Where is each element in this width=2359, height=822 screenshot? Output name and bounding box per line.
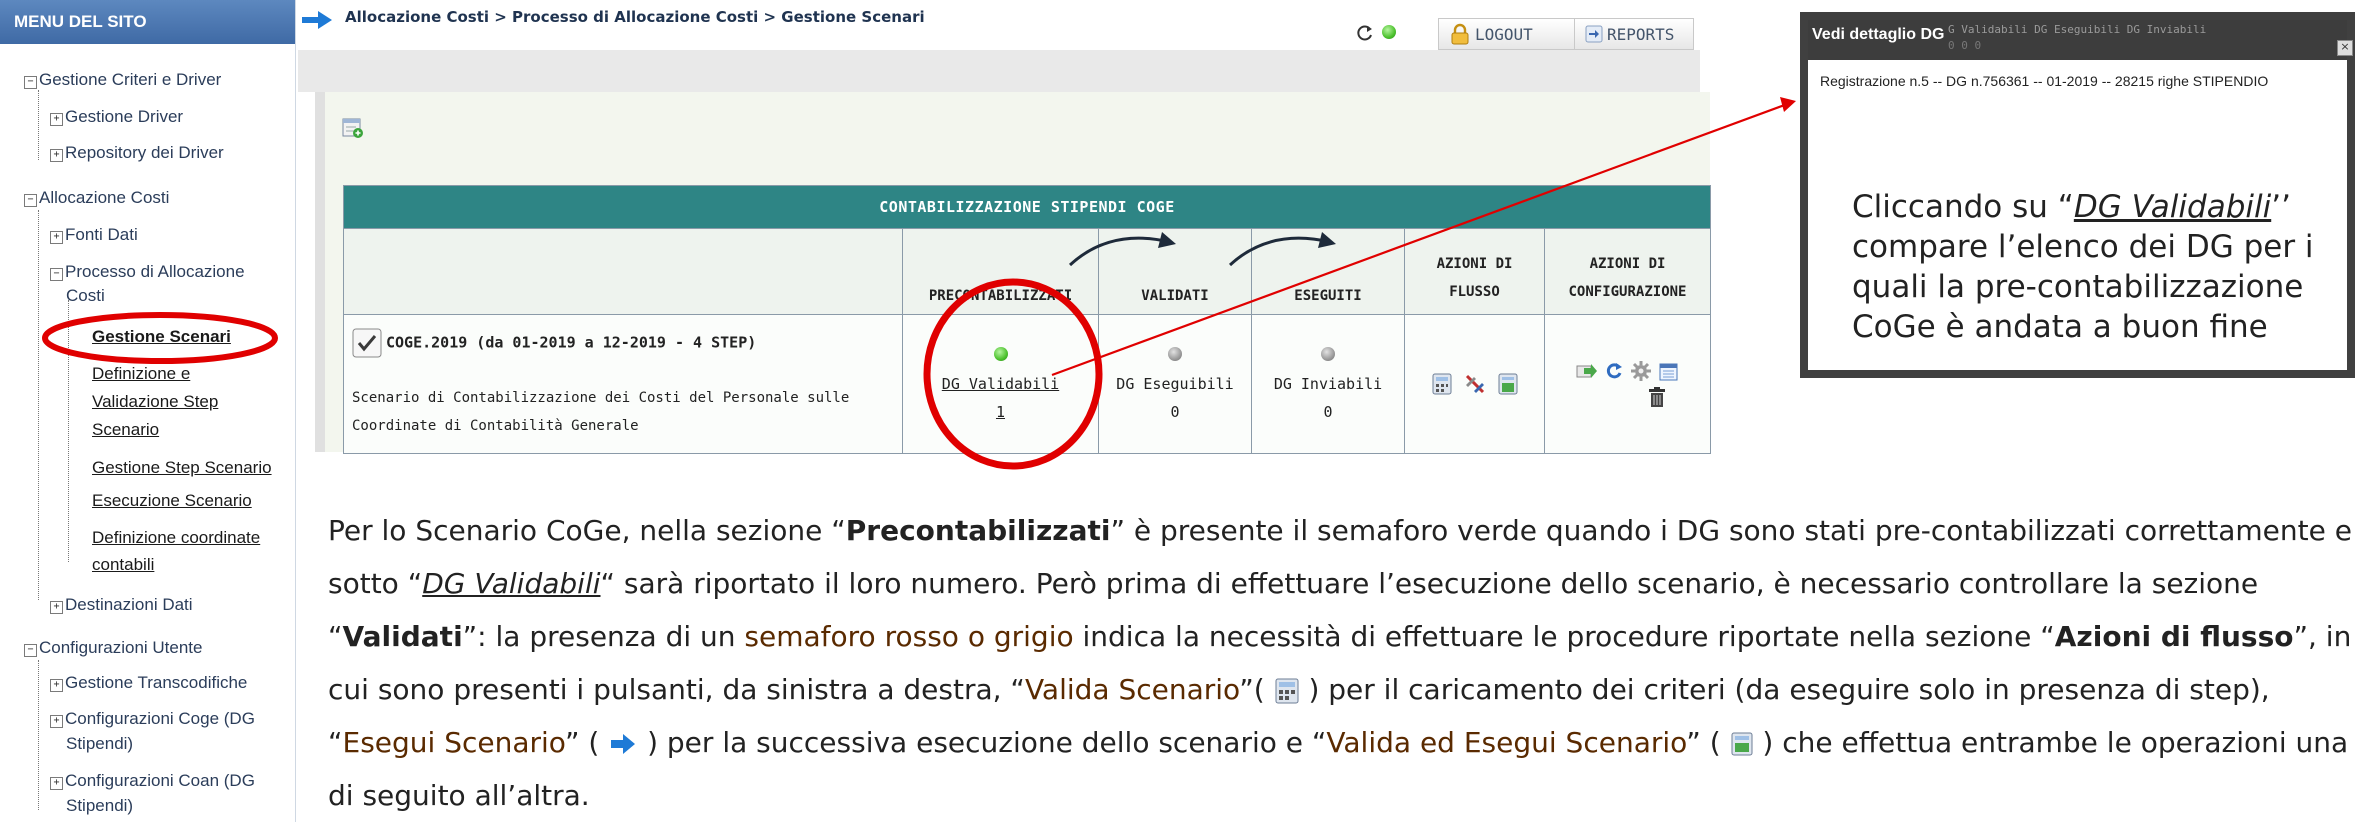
tree-item-configurazioni-utente[interactable]: − Configurazioni Utente <box>24 636 202 660</box>
refresh-icon[interactable] <box>1355 23 1375 43</box>
collapse-icon[interactable]: − <box>24 194 37 207</box>
arrow-right-icon <box>611 734 636 754</box>
collapse-icon[interactable]: − <box>24 76 37 89</box>
azioni-configurazione-cell <box>1544 314 1711 454</box>
tree-link-gestione-step[interactable]: Gestione Step Scenario <box>92 456 272 480</box>
validate-execute-icon <box>1731 732 1753 756</box>
tree-item-destinazioni-dati[interactable]: + Destinazioni Dati <box>50 593 193 617</box>
scenari-table: CONTABILIZZAZIONE STIPENDI COGE PRECONTA… <box>343 185 1711 454</box>
tree-link-definizione-coordinate[interactable]: Definizione coordinate <box>92 526 260 550</box>
collapse-icon[interactable]: − <box>50 268 63 281</box>
logout-button[interactable]: LOGOUT <box>1438 18 1576 50</box>
tree-link-definizione-step-line2[interactable]: Validazione Step <box>92 390 218 414</box>
scenario-name: COGE.2019 (da 01-2019 a 12-2019 - 4 STEP… <box>386 333 757 352</box>
tree-item-config-coge[interactable]: + Configurazioni Coge (DG <box>50 707 255 731</box>
expand-icon[interactable]: + <box>50 777 63 790</box>
dg-inviabili-count: 0 <box>1323 403 1333 421</box>
scenario-description: Scenario di Contabilizzazione dei Costi … <box>352 390 850 434</box>
semaforo-verde-icon <box>993 347 1008 361</box>
checkbox-checked-icon[interactable] <box>352 328 382 358</box>
tree-item-config-coan[interactable]: + Configurazioni Coan (DG <box>50 769 255 793</box>
popup-record-line: Registrazione n.5 -- DG n.756361 -- 01-2… <box>1820 73 2269 89</box>
popup-background-table: G Validabili DG Eseguibili DG Inviabili … <box>1948 23 2207 52</box>
precontabilizzati-cell: DG Validabili 1 <box>902 314 1099 454</box>
expand-icon[interactable]: + <box>50 113 63 126</box>
breadcrumb: Allocazione Costi > Processo di Allocazi… <box>345 8 925 26</box>
scenari-table-wrapper: CONTABILIZZAZIONE STIPENDI COGE PRECONTA… <box>343 185 1711 454</box>
expand-icon[interactable]: + <box>50 601 63 614</box>
reload-icon[interactable] <box>1604 361 1624 381</box>
scenario-cell: COGE.2019 (da 01-2019 a 12-2019 - 4 STEP… <box>343 314 903 454</box>
dg-eseguibili-count: 0 <box>1170 403 1180 421</box>
sidebar-menu: MENU DEL SITO − Gestione Criteri e Driver… <box>0 0 296 822</box>
semaforo-grigio-icon <box>1168 347 1182 361</box>
reports-button[interactable]: REPORTS <box>1574 18 1694 50</box>
semaforo-grigio-icon <box>1321 347 1335 361</box>
table-title: CONTABILIZZAZIONE STIPENDI COGE <box>343 185 1711 229</box>
explanation-paragraph: Per lo Scenario CoGe, nella sezione “Pre… <box>328 514 2352 812</box>
calculator-icon[interactable] <box>1432 373 1452 395</box>
tree-link-definizione-coordinate-line2[interactable]: contabili <box>92 553 154 577</box>
tree-link-esecuzione-scenario[interactable]: Esecuzione Scenario <box>92 489 252 513</box>
export-excel-icon[interactable] <box>1658 360 1680 382</box>
dettaglio-dg-popup: Vedi dettaglio DG G Validabili DG Esegui… <box>1800 12 2355 378</box>
tree-item-config-coan-line2: Stipendi) <box>66 796 134 815</box>
tree-item-fonti-dati[interactable]: + Fonti Dati <box>50 223 138 247</box>
validate-execute-icon[interactable] <box>1498 373 1518 395</box>
header-scenario <box>343 228 903 315</box>
expand-icon[interactable]: + <box>50 231 63 244</box>
tree-item-processo-allocazione-line2: Costi <box>66 286 105 305</box>
lock-icon <box>1451 23 1469 45</box>
eseguiti-cell: DG Inviabili 0 <box>1251 314 1405 454</box>
flow-arrows <box>1068 232 1336 267</box>
header-azioni-flusso: AZIONI DI FLUSSO <box>1404 228 1545 315</box>
dg-eseguibili-label: DG Eseguibili <box>1116 375 1234 393</box>
dg-inviabili-label: DG Inviabili <box>1273 375 1383 393</box>
popup-annotation-note: Cliccando su “DG Validabili’’ compare l’… <box>1852 189 2314 345</box>
azioni-flusso-cell <box>1404 314 1545 454</box>
toolbar-strip <box>298 50 1700 92</box>
execute-scenario-icon[interactable] <box>1464 373 1486 395</box>
collapse-icon[interactable]: − <box>24 644 37 657</box>
close-icon[interactable]: × <box>2337 40 2353 56</box>
tree-item-gestione-transcodifiche[interactable]: + Gestione Transcodifiche <box>50 671 247 695</box>
tree-item-repository-driver[interactable]: + Repository dei Driver <box>50 141 224 165</box>
dg-validabili-count[interactable]: 1 <box>996 403 1005 421</box>
settings-gear-icon[interactable] <box>1630 360 1652 382</box>
highlight-ellipse-sidebar <box>42 312 278 364</box>
tree-item-allocazione-costi[interactable]: − Allocazione Costi <box>24 186 169 210</box>
tree-item-gestione-driver[interactable]: + Gestione Driver <box>50 105 183 129</box>
status-light-icon <box>1382 25 1396 39</box>
header-azioni-configurazione: AZIONI DI CONFIGURAZIONE <box>1544 228 1711 315</box>
copy-forward-icon[interactable] <box>1576 361 1598 381</box>
validati-cell: DG Eseguibili 0 <box>1098 314 1252 454</box>
dg-validabili-link[interactable]: DG Validabili <box>942 375 1059 393</box>
tree-item-config-coge-line2: Stipendi) <box>66 734 134 753</box>
tree-item-gestione-criteri[interactable]: − Gestione Criteri e Driver <box>24 68 221 92</box>
calculator-icon <box>1275 678 1299 704</box>
arrow-right-icon <box>1585 25 1603 43</box>
delete-trash-icon[interactable] <box>1647 386 1667 408</box>
tree-link-definizione-step-line3[interactable]: Scenario <box>92 418 159 442</box>
tree-item-processo-allocazione[interactable]: − Processo di Allocazione <box>50 260 245 284</box>
expand-icon[interactable]: + <box>50 149 63 162</box>
breadcrumb-arrow-icon <box>302 11 332 29</box>
expand-icon[interactable]: + <box>50 715 63 728</box>
expand-icon[interactable]: + <box>50 679 63 692</box>
add-scenario-icon[interactable] <box>342 117 364 139</box>
sidebar-header: MENU DEL SITO <box>0 0 295 44</box>
